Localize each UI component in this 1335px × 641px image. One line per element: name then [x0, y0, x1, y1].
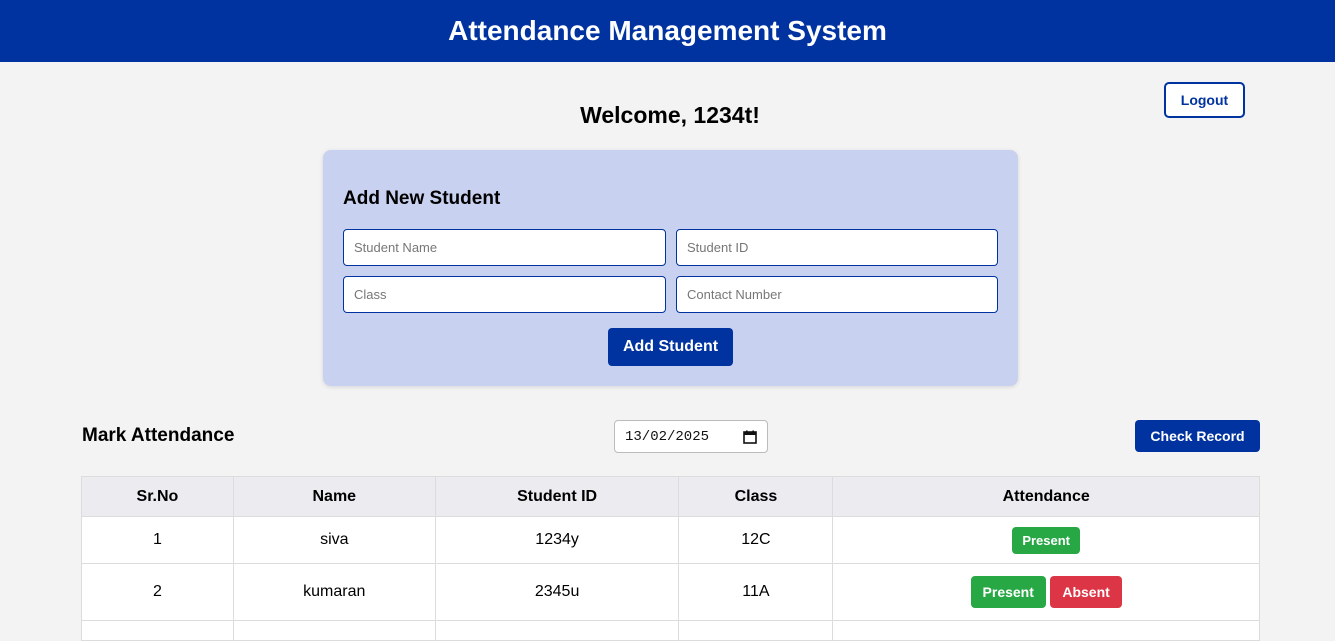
app-title: Attendance Management System [448, 15, 887, 46]
add-student-title: Add New Student [343, 188, 501, 209]
student-id-input[interactable] [676, 229, 998, 266]
table-row [81, 620, 1260, 641]
column-header-student-id: Student ID [434, 476, 680, 517]
cell-empty [434, 620, 680, 641]
cell-student-id: 2345u [434, 563, 680, 621]
class-input[interactable] [343, 276, 666, 313]
cell-empty [81, 620, 234, 641]
welcome-message: Welcome, 1234t! [580, 102, 760, 128]
cell-empty [232, 620, 436, 641]
column-header-attendance: Attendance [832, 476, 1260, 517]
contact-number-input[interactable] [676, 276, 998, 313]
present-button[interactable]: Present [970, 576, 1046, 608]
table-row: 2 kumaran 2345u 11A Present Absent [81, 563, 1260, 621]
date-value: 13/02/2025 [625, 428, 710, 445]
cell-class: 11A [678, 563, 834, 621]
absent-button[interactable]: Absent [1050, 576, 1122, 608]
cell-empty [678, 620, 834, 641]
date-input[interactable]: 13/02/2025 [614, 420, 768, 453]
table-row: 1 siva 1234y 12C Present [81, 516, 1260, 564]
add-student-card: Add New Student Add Student [323, 150, 1018, 386]
column-header-name: Name [232, 476, 436, 517]
mark-attendance-title: Mark Attendance [82, 425, 235, 446]
attendance-table: Sr.No Name Student ID Class Attendance 1… [81, 476, 1260, 641]
cell-srno: 1 [81, 516, 234, 564]
cell-name: kumaran [232, 563, 436, 621]
app-header: Attendance Management System [0, 0, 1335, 62]
table-header-row: Sr.No Name Student ID Class Attendance [81, 476, 1260, 517]
cell-name: siva [232, 516, 436, 564]
column-header-class: Class [678, 476, 834, 517]
present-button[interactable]: Present [1012, 526, 1081, 554]
cell-attendance: Present Absent [832, 563, 1260, 621]
student-name-input[interactable] [343, 229, 666, 266]
column-header-srno: Sr.No [81, 476, 234, 517]
cell-class: 12C [678, 516, 834, 564]
cell-srno: 2 [81, 563, 234, 621]
add-student-button[interactable]: Add Student [608, 328, 733, 366]
cell-empty [832, 620, 1260, 641]
cell-student-id: 1234y [434, 516, 680, 564]
check-record-button[interactable]: Check Record [1135, 420, 1260, 452]
calendar-icon[interactable] [743, 430, 757, 444]
cell-attendance: Present [832, 516, 1260, 564]
